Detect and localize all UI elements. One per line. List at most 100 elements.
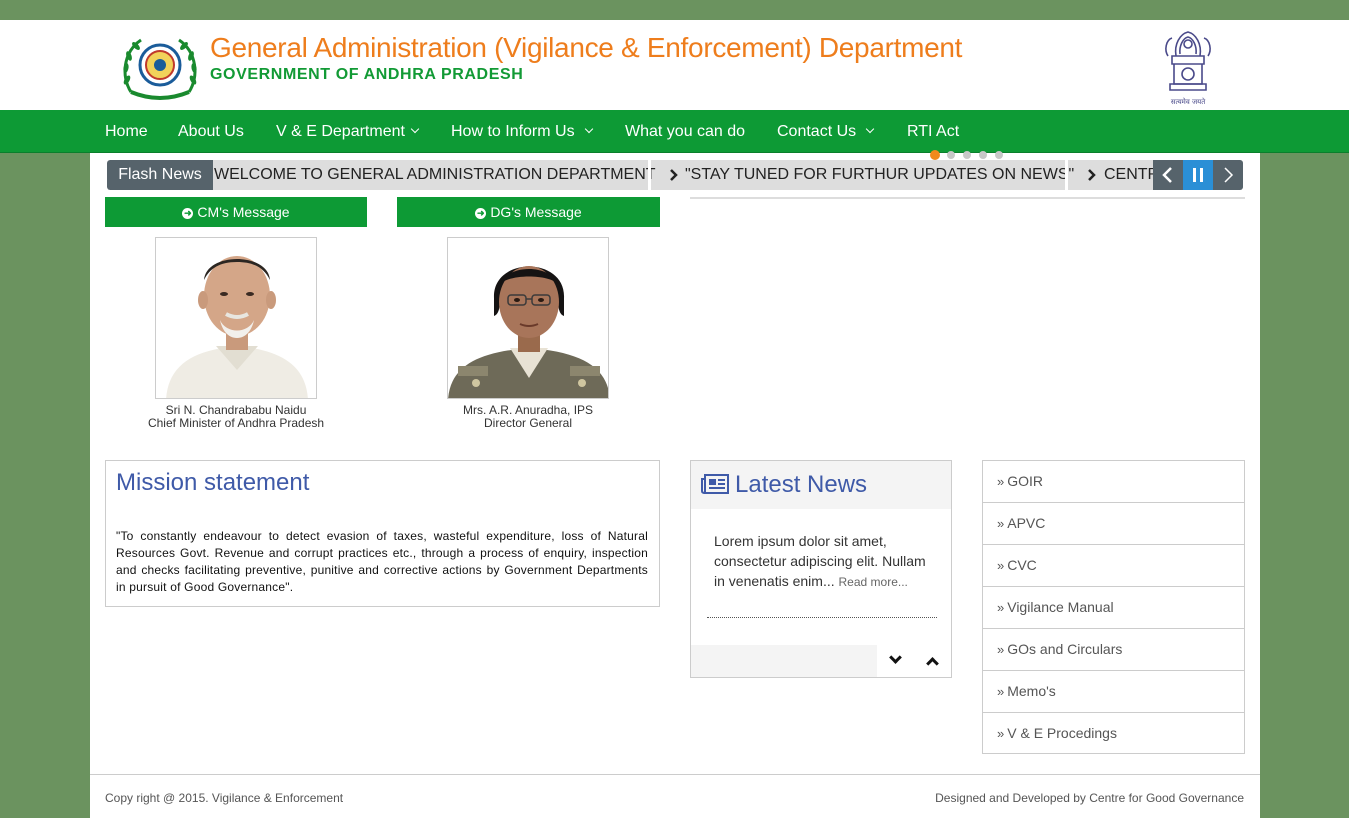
double-chevron-icon: » (997, 684, 1005, 699)
dg-message-button[interactable]: ➜ DG's Message (397, 197, 660, 227)
slider-dot-4[interactable] (979, 151, 987, 159)
news-scroll-down-button[interactable] (877, 645, 914, 677)
latest-news-heading: Latest News (735, 471, 868, 498)
ticker-pause-button[interactable] (1183, 160, 1213, 190)
slider-dot-3[interactable] (963, 151, 971, 159)
flash-news-label: Flash News (107, 160, 213, 190)
link-gos-and-circulars-label: GOs and Circulars (1007, 641, 1123, 657)
chevron-left-icon (1162, 167, 1172, 183)
chevron-down-icon (410, 124, 420, 134)
pause-icon (1193, 168, 1203, 182)
nav-what-you-can-do-label: What you can do (625, 123, 746, 140)
ticker-item[interactable]: WELCOME TO GENERAL ADMINISTRATION DEPART… (214, 160, 656, 190)
dg-caption: Mrs. A.R. Anuradha, IPS Director General (412, 404, 644, 430)
nav-how-to-inform-label: How to Inform Us (451, 123, 575, 140)
link-cvc[interactable]: » CVC (982, 544, 1245, 586)
double-chevron-icon: » (997, 558, 1005, 573)
nav-contact-us[interactable]: Contact Us (777, 110, 875, 153)
link-vigilance-manual-label: Vigilance Manual (1007, 599, 1114, 615)
chevron-down-icon (889, 651, 902, 664)
ticker-item[interactable]: "STAY TUNED FOR FURTHUR UPDATES ON NEWS" (685, 160, 1074, 190)
link-cvc-label: CVC (1007, 557, 1037, 573)
ticker-next-button[interactable] (1213, 160, 1243, 190)
link-ve-procedings[interactable]: » V & E Procedings (982, 712, 1245, 754)
emblem-caption: सत्यमेव जयते (1171, 97, 1206, 106)
chevron-right-icon (1224, 167, 1234, 183)
link-goir-label: GOIR (1007, 473, 1044, 489)
double-chevron-icon: » (997, 726, 1005, 741)
ticker-prev-button[interactable] (1153, 160, 1183, 190)
cm-message-label: CM's Message (197, 204, 290, 220)
double-chevron-icon: » (997, 642, 1005, 657)
cm-caption: Sri N. Chandrababu Naidu Chief Minister … (120, 404, 352, 430)
mission-text: "To constantly endeavour to detect evasi… (116, 529, 648, 594)
quick-links: » GOIR » APVC » CVC » Vigilance Manual » GOs … (982, 460, 1245, 754)
chevron-up-icon (926, 657, 939, 670)
latest-news-panel: Latest News Lorem ipsum dolor sit amet, … (690, 460, 952, 678)
nav-about-us[interactable]: About Us (178, 110, 244, 153)
dg-portrait-image (448, 238, 608, 398)
ticker-separator (1065, 160, 1068, 190)
chevron-down-icon (584, 124, 593, 134)
chevron-down-icon (865, 124, 875, 134)
link-memos[interactable]: » Memo's (982, 670, 1245, 712)
news-item: Lorem ipsum dolor sit amet, consectetur … (714, 531, 926, 592)
footer-credits: Designed and Developed by Centre for Goo… (935, 791, 1244, 805)
news-scroll-controls (877, 645, 951, 677)
nav-contact-us-label: Contact Us (777, 123, 857, 140)
flash-news-ticker: Flash News WELCOME TO GENERAL ADMINISTRA… (107, 160, 1243, 190)
nav-home[interactable]: Home (105, 110, 148, 153)
circle-arrow-icon: ➜ (182, 208, 194, 219)
nav-home-label: Home (105, 123, 148, 140)
dg-photo (447, 237, 609, 399)
cm-title: Chief Minister of Andhra Pradesh (147, 416, 325, 430)
ticker-item[interactable]: CENTR (1104, 160, 1159, 190)
slider-dot-2[interactable] (947, 151, 955, 159)
newspaper-icon (701, 474, 729, 494)
news-divider (707, 617, 937, 618)
circle-arrow-icon: ➜ (475, 208, 487, 219)
ticker-controls (1153, 160, 1243, 190)
latest-news-header: Latest News (691, 461, 951, 509)
main-nav: Home About Us V & E Department How to In… (0, 110, 1349, 153)
cm-message-button[interactable]: ➜ CM's Message (105, 197, 367, 227)
read-more-link[interactable]: Read more... (839, 575, 908, 589)
news-scroll-up-button[interactable] (914, 645, 951, 677)
ticker-separator (648, 160, 651, 190)
link-memos-label: Memo's (1007, 683, 1056, 699)
link-vigilance-manual[interactable]: » Vigilance Manual (982, 586, 1245, 628)
double-chevron-icon: » (997, 600, 1005, 615)
double-chevron-icon: » (997, 516, 1005, 531)
nav-rti-act-label: RTI Act (907, 123, 960, 140)
dg-title: Director General (483, 416, 573, 430)
link-apvc[interactable]: » APVC (982, 502, 1245, 544)
link-gos-and-circulars[interactable]: » GOs and Circulars (982, 628, 1245, 670)
department-title: General Administration (Vigilance & Enfo… (210, 32, 963, 63)
nav-how-to-inform[interactable]: How to Inform Us (451, 110, 593, 153)
nav-about-us-label: About Us (178, 123, 244, 140)
main-content: Flash News WELCOME TO GENERAL ADMINISTRA… (90, 150, 1260, 818)
government-subtitle: GOVERNMENT OF ANDHRA PRADESH (210, 66, 524, 83)
cm-photo (155, 237, 317, 399)
news-footer (691, 645, 951, 677)
mission-statement-panel: Mission statement "To constantly endeavo… (105, 460, 660, 607)
link-goir[interactable]: » GOIR (982, 460, 1245, 502)
link-ve-procedings-label: V & E Procedings (1007, 725, 1117, 741)
cm-portrait-image (156, 238, 316, 398)
dg-message-label: DG's Message (490, 204, 582, 220)
footer-copyright: Copy right @ 2015. Vigilance & Enforceme… (105, 791, 344, 805)
slider-dot-5[interactable] (995, 151, 1003, 159)
slider-dot-1[interactable] (930, 150, 940, 160)
link-apvc-label: APVC (1007, 515, 1046, 531)
slider-area-divider (690, 197, 1245, 199)
nav-ve-department-label: V & E Department (276, 123, 405, 140)
ap-state-logo-icon (123, 38, 197, 100)
nav-rti-act[interactable]: RTI Act (907, 110, 959, 153)
footer-divider (90, 774, 1260, 775)
nav-ve-department[interactable]: V & E Department (276, 110, 420, 153)
national-emblem-icon: सत्यमेव जयते (1165, 31, 1211, 106)
double-chevron-icon: » (997, 474, 1005, 489)
site-header: General Administration (Vigilance & Enfo… (0, 20, 1349, 110)
mission-heading: Mission statement (116, 469, 310, 496)
nav-what-you-can-do[interactable]: What you can do (625, 110, 745, 153)
